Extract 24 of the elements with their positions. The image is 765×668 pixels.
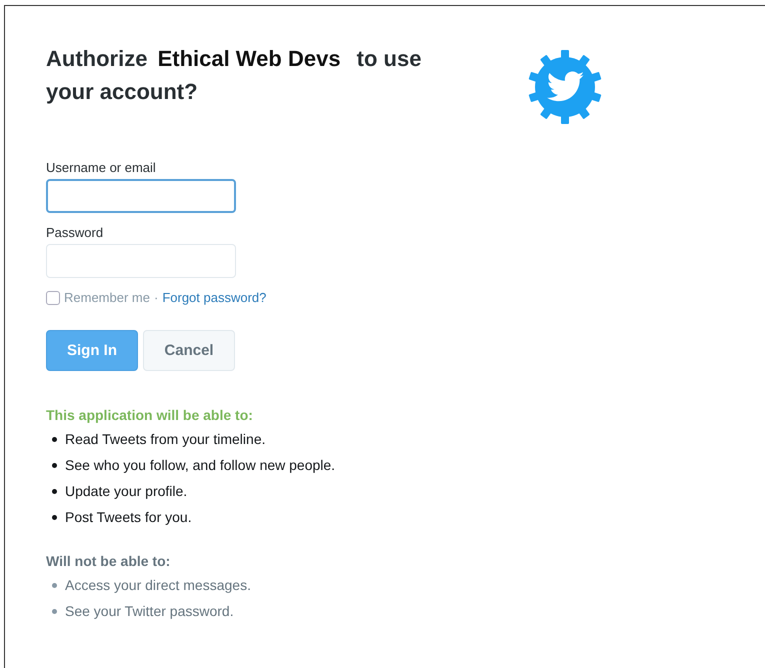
sign-in-button[interactable]: Sign In <box>46 330 138 371</box>
forgot-password-link[interactable]: Forgot password? <box>162 290 266 305</box>
remember-label: Remember me <box>64 290 150 305</box>
bullet-icon <box>52 436 57 442</box>
field-label: Username or email <box>46 160 157 175</box>
bullet-icon <box>52 514 57 520</box>
separator-dot: · <box>154 290 158 305</box>
section-title: Will not be able to: <box>46 553 172 569</box>
list-item: Access your direct messages. <box>65 576 251 595</box>
list-item: Post Tweets for you. <box>65 508 192 527</box>
field-label: Password <box>46 225 104 240</box>
bullet-icon <box>52 582 57 588</box>
bullet-icon <box>52 488 57 494</box>
bullet-icon <box>52 608 57 614</box>
list-item: Update your profile. <box>65 482 188 501</box>
input-field[interactable] <box>46 179 236 213</box>
section-title: This application will be able to: <box>46 407 254 423</box>
list-item: See your Twitter password. <box>65 602 234 621</box>
remember-checkbox[interactable] <box>46 290 60 304</box>
list-item: Read Tweets from your timeline. <box>65 430 266 449</box>
cancel-button[interactable]: Cancel <box>143 330 235 371</box>
bullet-icon <box>52 462 57 468</box>
authorize-heading: Authorize Ethical Web Devs to use your account? <box>46 45 422 106</box>
list-item: See who you follow, and follow new people. <box>65 456 336 475</box>
